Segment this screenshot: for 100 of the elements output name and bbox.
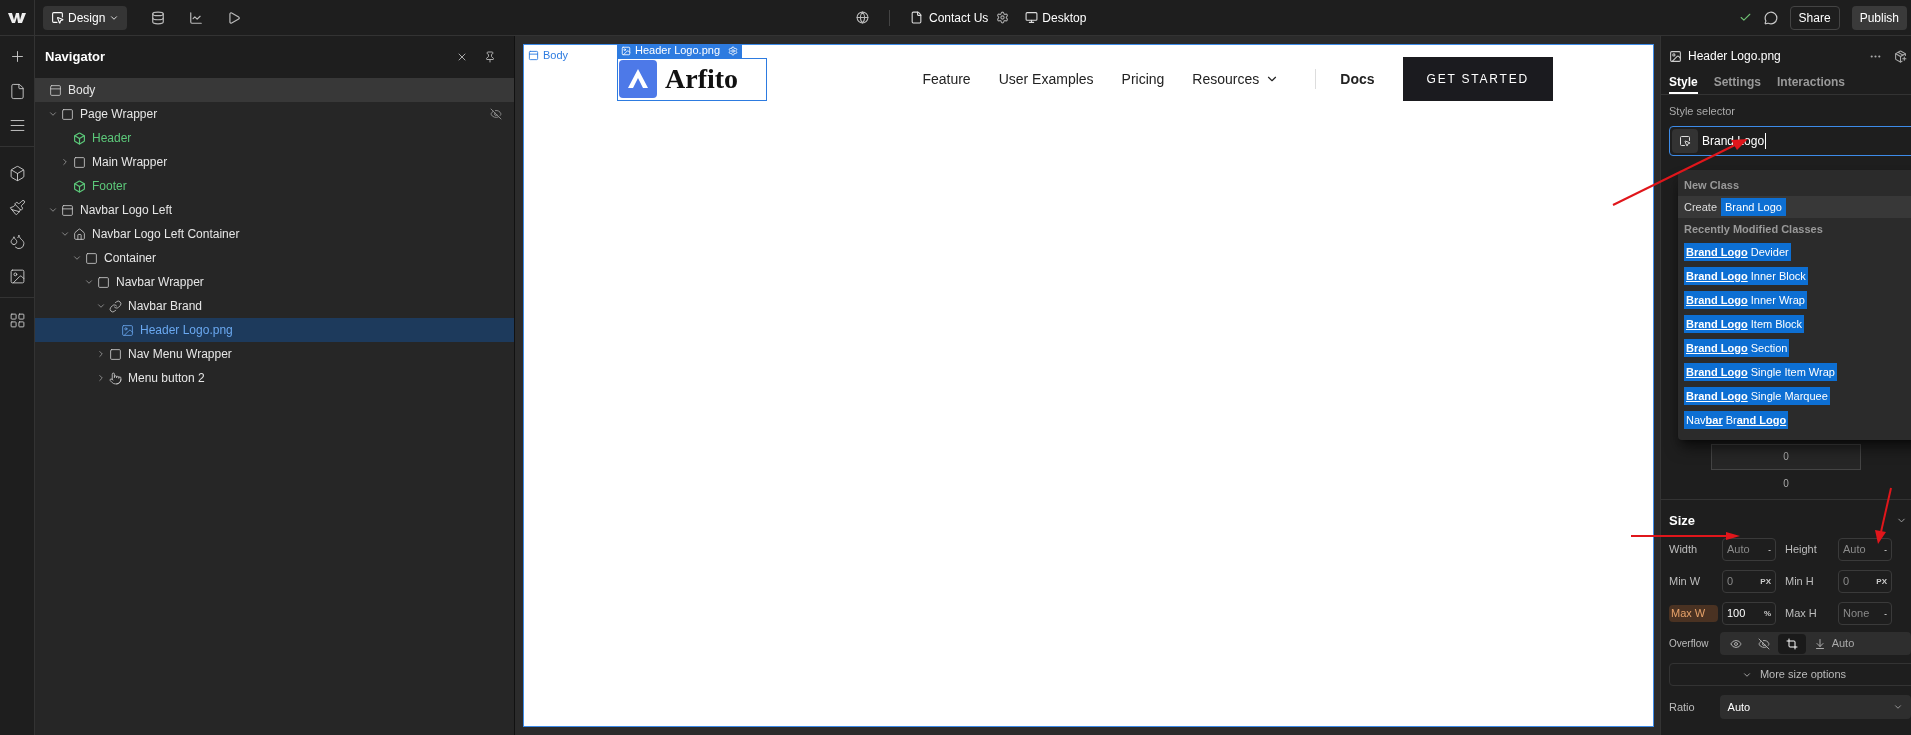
create-class-item[interactable]: Create Brand Logo	[1678, 196, 1911, 218]
tree-item[interactable]: Navbar Brand	[35, 294, 514, 318]
eye-icon	[1729, 637, 1742, 650]
breakpoint-label[interactable]: Desktop	[1042, 8, 1087, 27]
chevron-down-icon[interactable]	[84, 277, 94, 287]
pin-icon[interactable]	[484, 51, 496, 63]
tree-label: Container	[104, 250, 157, 267]
publish-button[interactable]: Publish	[1851, 5, 1907, 30]
ratio-select[interactable]: Auto	[1719, 695, 1911, 719]
selection-label[interactable]: Header Logo.png	[617, 43, 742, 58]
comment-icon[interactable]	[1763, 10, 1778, 25]
tree-label: Navbar Brand	[128, 298, 203, 315]
tree-item[interactable]: Header Logo.png	[35, 318, 514, 342]
class-item[interactable]: Brand Logo Single Item Wrap	[1684, 362, 1837, 382]
eye-off-icon[interactable]	[490, 108, 502, 120]
overflow-option[interactable]: Auto	[1805, 633, 1863, 654]
chevron-down-icon[interactable]	[96, 301, 106, 311]
tree-item[interactable]: Page Wrapper	[35, 102, 514, 126]
cta-button[interactable]: GET STARTED	[1402, 57, 1553, 101]
field-label: Height	[1785, 542, 1818, 558]
chevron-down-icon[interactable]	[48, 109, 58, 119]
house-icon	[73, 227, 86, 241]
nav-link[interactable]: Docs	[1340, 68, 1375, 90]
database-icon[interactable]	[151, 10, 166, 25]
add-component-icon[interactable]	[1894, 49, 1907, 63]
tree-label: Navbar Logo Left	[80, 202, 173, 219]
inspector-tab[interactable]: Interactions	[1777, 67, 1846, 94]
spacing-value[interactable]: 0	[1783, 475, 1789, 491]
class-item[interactable]: Brand Logo Section	[1684, 338, 1790, 358]
body-label[interactable]: Body	[543, 47, 569, 64]
unit-label[interactable]: -	[1884, 607, 1887, 620]
dropdown-heading: Recently Modified Classes	[1683, 221, 1824, 237]
class-item[interactable]: Brand Logo Inner Block	[1684, 266, 1808, 286]
nav-link[interactable]: Pricing	[1121, 68, 1165, 90]
image-icon[interactable]	[8, 268, 26, 285]
class-item[interactable]: Brand Logo Inner Wrap	[1684, 290, 1807, 310]
navigator-icon[interactable]	[8, 117, 26, 134]
size-input[interactable]: None -	[1838, 602, 1892, 625]
share-button[interactable]: Share	[1789, 5, 1840, 30]
inspector-tab[interactable]: Style	[1669, 67, 1698, 94]
overflow-option[interactable]	[1777, 633, 1806, 654]
overflow-label: Overflow	[1669, 637, 1710, 651]
tree-item[interactable]: Menu button 2	[35, 366, 514, 390]
tree-item[interactable]: Navbar Logo Left	[35, 198, 514, 222]
class-item[interactable]: Navbar Brand Logo	[1684, 410, 1789, 430]
size-input[interactable]: 0 PX	[1838, 570, 1892, 593]
class-icon	[1679, 134, 1691, 147]
class-item[interactable]: Brand Logo Devider	[1684, 242, 1791, 262]
box-icon	[61, 107, 74, 121]
tree-item[interactable]: Nav Menu Wrapper	[35, 342, 514, 366]
close-icon[interactable]	[456, 51, 468, 63]
box-icon	[73, 155, 86, 169]
box-icon	[85, 251, 98, 265]
chart-icon[interactable]	[189, 10, 204, 25]
droplets-icon[interactable]	[8, 233, 26, 250]
class-item[interactable]: Brand Logo Single Marquee	[1684, 386, 1830, 406]
nav-link[interactable]: Resources	[1192, 68, 1280, 90]
unit-label[interactable]: %	[1763, 607, 1771, 620]
tree-item[interactable]: Header	[35, 126, 514, 150]
link-icon	[109, 299, 122, 313]
box-icon	[109, 347, 122, 361]
cursor-icon	[51, 11, 64, 24]
nav-link[interactable]: Feature	[922, 68, 971, 90]
logo-icon[interactable]	[8, 11, 26, 24]
brush-icon[interactable]	[8, 199, 26, 216]
tree-item[interactable]: Footer	[35, 174, 514, 198]
chevron-down-icon[interactable]	[60, 229, 70, 239]
tree-item[interactable]: Navbar Logo Left Container	[35, 222, 514, 246]
settings-icon[interactable]	[996, 11, 1010, 24]
apps-icon[interactable]	[8, 312, 26, 329]
size-input[interactable]: 100 %	[1722, 602, 1776, 625]
nav-link[interactable]: User Examples	[998, 68, 1094, 90]
hand-icon	[109, 371, 122, 385]
body-icon	[49, 83, 62, 97]
tree-item[interactable]: Main Wrapper	[35, 150, 514, 174]
size-input[interactable]: 0 PX	[1722, 570, 1776, 593]
logo-text: Arfito	[665, 62, 739, 96]
chevron-down-icon[interactable]	[72, 253, 82, 263]
tree-item[interactable]: Container	[35, 246, 514, 270]
globe-icon[interactable]	[856, 11, 869, 24]
unit-label[interactable]: -	[1768, 543, 1771, 556]
unit-label[interactable]: PX	[1876, 575, 1887, 588]
mode-button[interactable]: Design	[43, 5, 128, 30]
chevron-right-icon[interactable]	[60, 157, 70, 167]
chevron-down-icon	[1893, 702, 1903, 712]
chevron-down-icon[interactable]	[48, 205, 58, 215]
chevron-right-icon[interactable]	[96, 373, 106, 383]
tree-item[interactable]: Navbar Wrapper	[35, 270, 514, 294]
more-options-button[interactable]: More size options	[1669, 663, 1911, 686]
class-item[interactable]: Brand Logo Item Block	[1684, 314, 1805, 334]
unit-label[interactable]: PX	[1760, 575, 1771, 588]
pages-icon[interactable]	[8, 83, 26, 100]
inspector-tab[interactable]: Settings	[1713, 67, 1762, 94]
tree-item[interactable]: Body	[35, 78, 514, 102]
cube-icon[interactable]	[8, 165, 26, 182]
selected-logo[interactable]: Arfito	[617, 57, 767, 101]
chevron-right-icon[interactable]	[96, 349, 106, 359]
page-name[interactable]: Contact Us	[929, 8, 989, 27]
spacing-value[interactable]: 0	[1783, 449, 1789, 464]
play-icon[interactable]	[227, 10, 242, 25]
